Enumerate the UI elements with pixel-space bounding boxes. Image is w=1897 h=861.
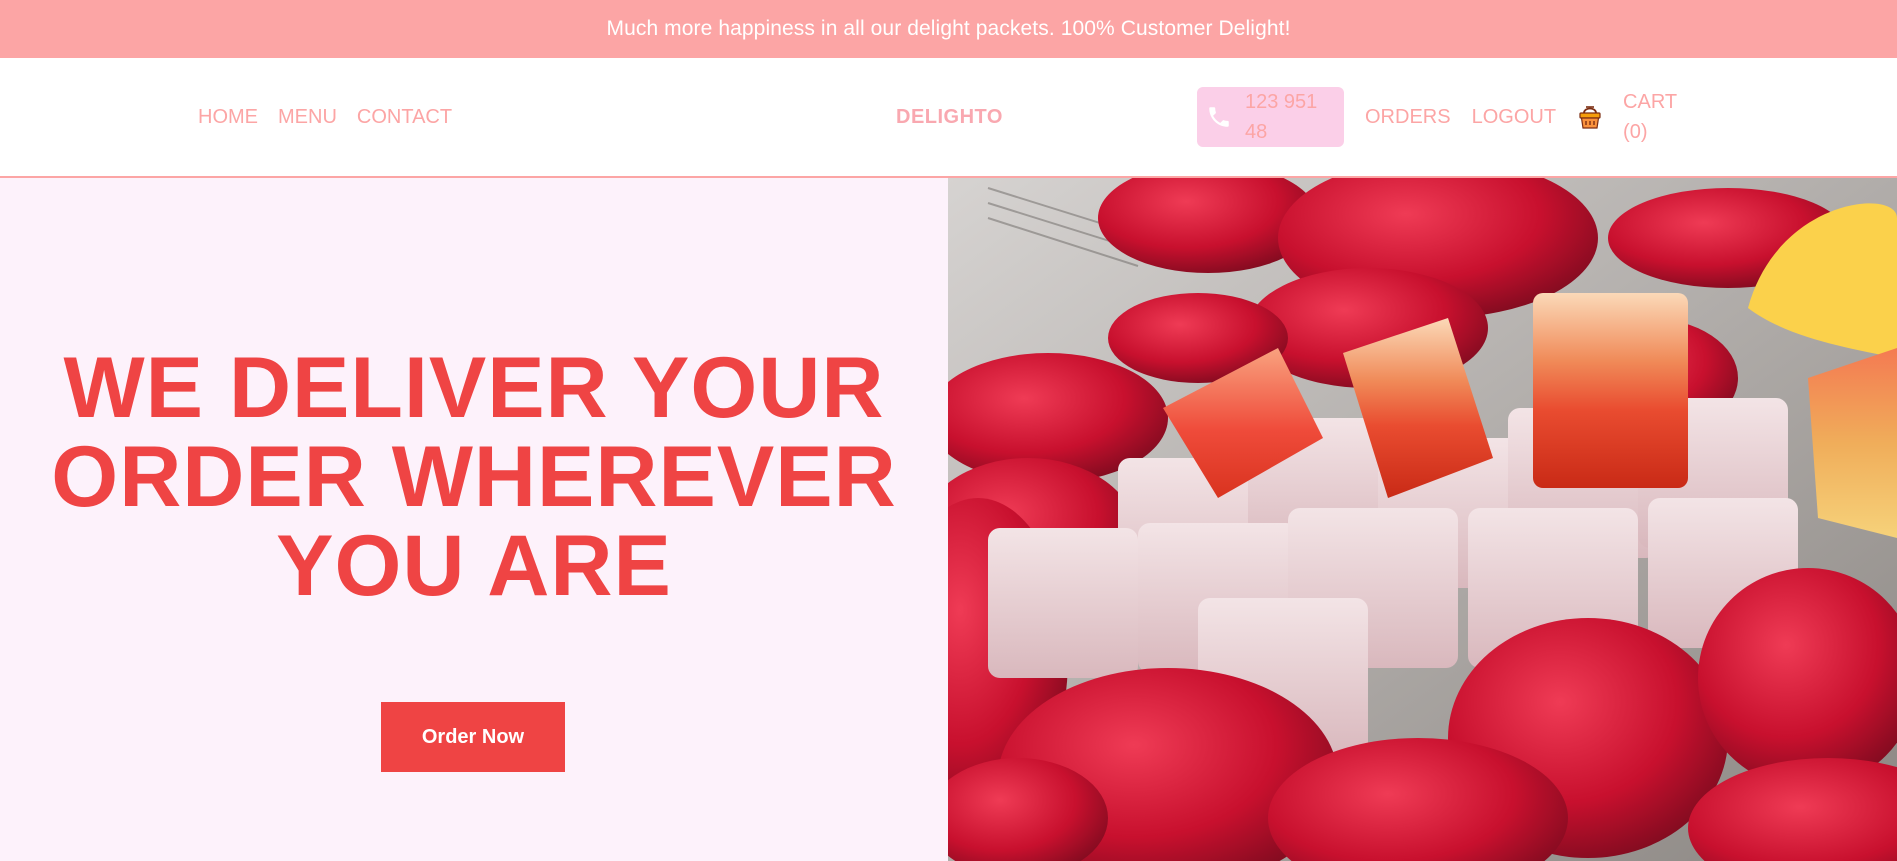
cart-link[interactable]: CART (0) bbox=[1623, 87, 1693, 147]
nav-home-link[interactable]: HOME bbox=[198, 106, 258, 129]
nav-menu-link[interactable]: MENU bbox=[278, 106, 337, 129]
secondary-nav: 123 951 48 ORDERS LOGOUT CART (0) bbox=[1197, 58, 1693, 176]
phone-button[interactable]: 123 951 48 bbox=[1197, 87, 1344, 147]
announcement-bar: Much more happiness in all our delight p… bbox=[0, 0, 1897, 58]
hero-section: WE DELIVER YOUR ORDER WHEREVER YOU ARE O… bbox=[0, 178, 948, 861]
nav-contact-link[interactable]: CONTACT bbox=[357, 106, 452, 129]
hero-image bbox=[948, 178, 1897, 861]
orders-link[interactable]: ORDERS bbox=[1365, 106, 1451, 129]
brand-logo[interactable]: DELIGHTO bbox=[896, 58, 1003, 176]
basket-icon[interactable] bbox=[1577, 102, 1603, 132]
announcement-text: Much more happiness in all our delight p… bbox=[606, 17, 1291, 40]
order-now-button[interactable]: Order Now bbox=[381, 702, 565, 772]
hero-title: WE DELIVER YOUR ORDER WHEREVER YOU ARE bbox=[51, 340, 897, 614]
phone-number: 123 951 48 bbox=[1245, 91, 1318, 143]
primary-nav: HOME MENU CONTACT bbox=[198, 58, 452, 176]
logout-link[interactable]: LOGOUT bbox=[1472, 106, 1556, 129]
site-header: HOME MENU CONTACT DELIGHTO 123 951 48 OR… bbox=[0, 58, 1897, 178]
phone-icon bbox=[1205, 103, 1233, 131]
